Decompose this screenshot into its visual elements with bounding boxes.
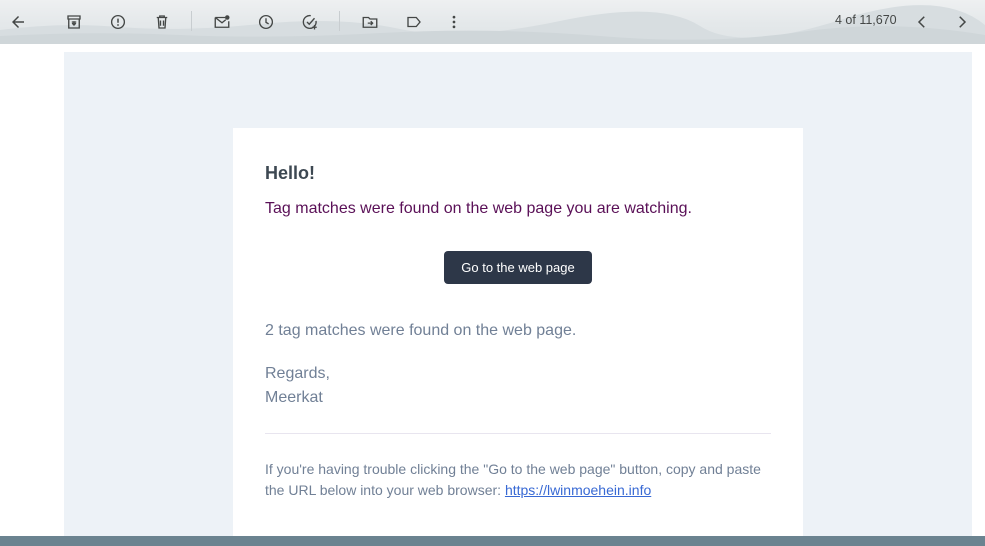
toolbar-divider [339, 11, 340, 31]
next-message-button[interactable] [948, 8, 976, 36]
chevron-left-icon [917, 16, 925, 28]
subcopy: If you're having trouble clicking the "G… [265, 459, 771, 501]
left-gutter [0, 44, 64, 536]
archive-icon [67, 15, 81, 29]
signature-name: Meerkat [265, 389, 323, 406]
intro-text: Tag matches were found on the web page y… [265, 200, 692, 217]
greeting: Hello! [265, 163, 316, 183]
trash-icon [156, 15, 168, 29]
divider [265, 433, 771, 434]
task-add-icon [302, 15, 317, 30]
archive-button[interactable] [60, 8, 88, 36]
more-button[interactable] [440, 8, 468, 36]
report-icon [110, 14, 126, 30]
more-vert-icon [452, 15, 456, 29]
message-toolbar: 4 of 11,670 [0, 0, 985, 44]
summary-text: 2 tag matches were found on the web page… [265, 322, 577, 339]
add-to-tasks-button[interactable] [296, 8, 324, 36]
right-gutter [972, 44, 985, 536]
label-icon [407, 16, 421, 28]
go-to-web-page-button[interactable]: Go to the web page [444, 251, 592, 284]
report-spam-button[interactable] [104, 8, 132, 36]
previous-message-button[interactable] [908, 8, 936, 36]
toolbar-divider [191, 11, 192, 31]
message-counter: 4 of 11,670 [835, 13, 897, 27]
folder-move-icon [362, 16, 378, 28]
snooze-button[interactable] [252, 8, 280, 36]
labels-button[interactable] [400, 8, 428, 36]
email-card: Hello! Tag matches were found on the web… [233, 128, 803, 536]
mark-unread-button[interactable] [208, 8, 236, 36]
delete-button[interactable] [148, 8, 176, 36]
move-to-button[interactable] [356, 8, 384, 36]
signature: Regards, Meerkat [265, 362, 330, 410]
arrow-left-icon [12, 16, 24, 28]
mail-unread-icon [214, 15, 230, 28]
clock-icon [258, 14, 274, 30]
url-link[interactable]: https://lwinmoehein.info [505, 482, 651, 498]
bottom-edge [0, 536, 985, 546]
back-button[interactable] [4, 8, 32, 36]
regards-line: Regards, [265, 365, 330, 382]
chevron-right-icon [959, 16, 967, 28]
